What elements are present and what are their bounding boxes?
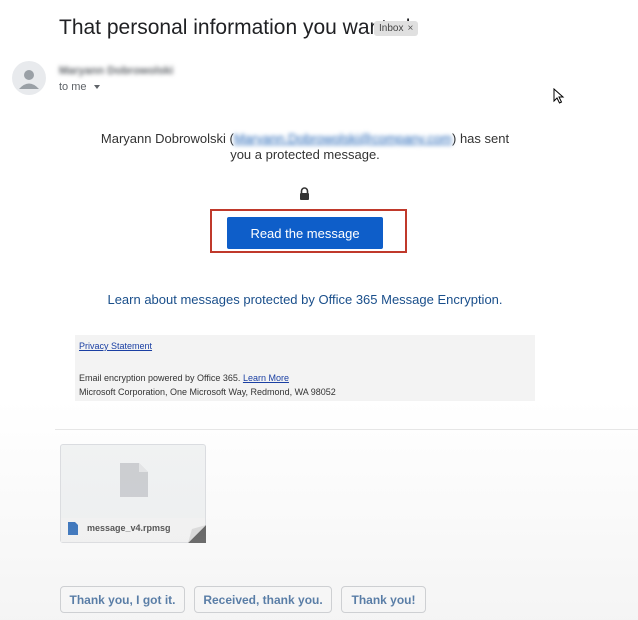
company-address: Microsoft Corporation, One Microsoft Way… [79, 387, 336, 397]
encryption-text: Email encryption powered by Office 365. [79, 373, 241, 383]
sender-email-link[interactable]: Maryann.Dobrowolski@company.com [234, 131, 452, 146]
document-icon [68, 522, 78, 535]
learn-encryption-link[interactable]: Learn about messages protected by Office… [80, 292, 530, 307]
read-message-button[interactable]: Read the message [227, 217, 383, 249]
chevron-down-icon [93, 85, 100, 89]
lock-icon [300, 187, 309, 200]
page-curl-icon [188, 525, 206, 543]
recipient-dropdown[interactable]: to me [59, 81, 100, 93]
smart-reply-button[interactable]: Thank you! [341, 586, 426, 613]
protected-message-notice: Maryann Dobrowolski (Maryann.Dobrowolski… [100, 131, 510, 163]
smart-reply-button[interactable]: Received, thank you. [194, 586, 332, 613]
file-preview-icon [120, 463, 148, 497]
person-icon [19, 70, 39, 89]
privacy-statement-link[interactable]: Privacy Statement [79, 341, 152, 351]
inbox-label-text: Inbox [379, 23, 404, 34]
learn-more-link[interactable]: Learn More [243, 373, 289, 383]
encryption-powered-text: Email encryption powered by Office 365. … [79, 373, 289, 383]
email-subject: That personal information you wanted [59, 16, 411, 39]
recipient-label: to me [59, 81, 87, 93]
remove-label-icon[interactable]: × [407, 23, 413, 34]
sender-name: Maryann Dobrowolski [59, 65, 174, 77]
inbox-label-chip[interactable]: Inbox × [374, 21, 419, 36]
smart-reply-button[interactable]: Thank you, I got it. [60, 586, 185, 613]
sender-name-inline: Maryann Dobrowolski ( [100, 131, 234, 146]
mouse-cursor-icon [553, 88, 565, 104]
sender-avatar[interactable] [12, 61, 46, 95]
attachment-filename: message_v4.rpmsg [87, 523, 171, 533]
attachment-divider [55, 429, 638, 430]
